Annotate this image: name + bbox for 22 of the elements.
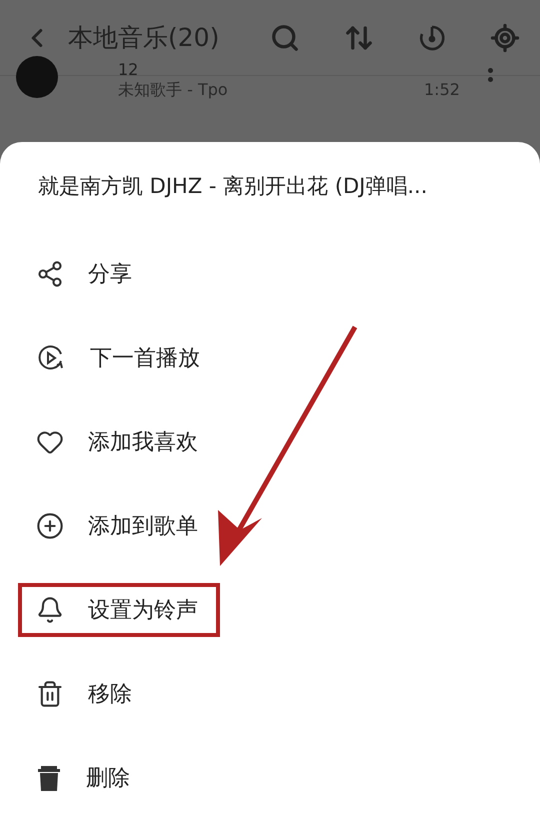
menu-item[interactable]: 删除 <box>18 751 152 805</box>
menu-item[interactable]: 下一首播放 <box>18 331 222 385</box>
song-artist: 未知歌手 - Tpo <box>118 80 228 101</box>
timer-icon[interactable] <box>418 24 446 52</box>
menu-item[interactable]: 添加我喜欢 <box>18 415 220 469</box>
search-icon[interactable] <box>270 22 300 52</box>
add-circle-icon <box>36 512 64 540</box>
page-title: 本地音乐(20) <box>68 22 220 54</box>
menu-item[interactable]: 移除 <box>18 667 154 721</box>
sheet-title: 就是南方凯 DJHZ - 离别开出花 (DJ弹唱... <box>37 173 428 200</box>
trash-icon <box>36 764 62 792</box>
share-icon <box>36 260 64 288</box>
album-cover <box>16 56 58 98</box>
menu-item[interactable]: 分享 <box>18 247 154 301</box>
locate-icon[interactable] <box>490 22 520 52</box>
song-title: 12 <box>118 60 138 79</box>
bell-icon <box>36 596 64 624</box>
song-duration: 1:52 <box>424 80 460 99</box>
menu-item[interactable]: 添加到歌单 <box>18 499 220 553</box>
more-icon[interactable] <box>488 68 493 82</box>
trash-icon <box>36 680 64 708</box>
menu-item[interactable]: 设置为铃声 <box>18 583 220 637</box>
